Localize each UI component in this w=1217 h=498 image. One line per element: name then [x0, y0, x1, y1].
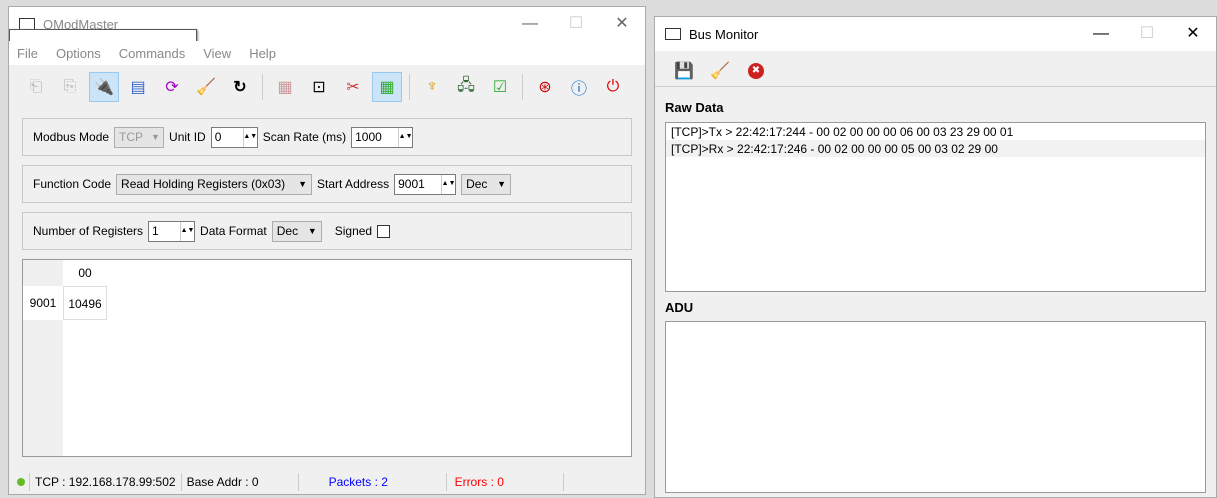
scan-rate-value: 1000 — [355, 130, 382, 144]
menu-options[interactable]: Options — [56, 46, 101, 61]
bus-monitor-window: Bus Monitor — ☐ ✕ 💾 🧹 ✖ Raw Data [TCP]>Tx … — [654, 16, 1217, 498]
bus-monitor-icon[interactable]: ⊡ — [304, 72, 334, 102]
errors-status: Errors : 0 — [447, 473, 564, 491]
tcp-icon[interactable]: 🖧 — [451, 72, 481, 102]
minimize-button[interactable]: — — [1078, 17, 1124, 51]
load-session-icon[interactable]: ⎗ — [21, 72, 51, 102]
registers-group: Number of Registers 1 ▲▼ Data Format Dec ▼… — [22, 212, 632, 250]
exit-icon[interactable]: ⏻ — [598, 72, 628, 102]
adu-label: ADU — [665, 300, 694, 315]
menu-bar: File Options Commands View Help — [9, 41, 645, 65]
packets-status: Packets : 2 — [299, 473, 447, 491]
log-icon[interactable]: ▦ — [270, 72, 300, 102]
scan-rate-input[interactable]: 1000 ▲▼ — [351, 126, 414, 148]
start-address-input[interactable]: 9001 ▲▼ — [394, 173, 457, 195]
about-icon[interactable]: ⓘ — [564, 72, 594, 102]
monitor-icon — [665, 28, 681, 40]
function-code-value: Read Holding Registers (0x03) — [121, 177, 286, 191]
save-session-icon[interactable]: ⎘ — [55, 72, 85, 102]
num-registers-value: 1 — [152, 224, 159, 238]
signed-label: Signed — [334, 224, 373, 238]
data-format-label: Data Format — [200, 224, 267, 238]
chevron-down-icon: ▼ — [151, 132, 160, 142]
qmodmaster-window: QModMaster — ☐ ✕ File Options Commands Vie… — [8, 6, 646, 495]
separator — [522, 74, 523, 100]
separator — [262, 74, 263, 100]
num-registers-input[interactable]: 1 ▲▼ — [148, 220, 196, 242]
modbus-mode-select[interactable]: TCP ▼ — [114, 126, 165, 148]
spin-buttons[interactable]: ▲▼ — [398, 127, 413, 147]
help-icon[interactable]: ⊛ — [530, 72, 560, 102]
connection-led-icon — [17, 478, 25, 486]
base-addr-status: Base Addr : 0 — [182, 473, 299, 491]
table-cell[interactable]: 10496 — [63, 286, 107, 320]
signed-checkbox[interactable] — [377, 224, 391, 238]
raw-data-label: Raw Data — [665, 100, 724, 115]
close-button[interactable]: ✕ — [1170, 17, 1216, 51]
menu-file[interactable]: File — [17, 46, 38, 61]
rtu-icon[interactable]: ♆ — [417, 72, 447, 102]
registers-table: 00 9001 10496 — [22, 259, 632, 457]
start-address-label: Start Address — [317, 177, 390, 191]
bus-monitor-toolbar: 💾 🧹 ✖ — [655, 55, 1216, 87]
menu-commands[interactable]: Commands — [119, 46, 185, 61]
address-format-select[interactable]: Dec ▼ — [461, 173, 512, 195]
connect-icon[interactable]: 🔌 — [89, 72, 119, 102]
adu-view[interactable] — [665, 321, 1206, 493]
reset-icon[interactable]: ↻ — [225, 72, 255, 102]
function-code-label: Function Code — [33, 177, 112, 191]
clear-icon[interactable]: 🧹 — [191, 72, 221, 102]
window-title: Bus Monitor — [689, 26, 759, 42]
connection-status: TCP : 192.168.178.99:502 — [29, 473, 182, 491]
maximize-button[interactable]: ☐ — [1124, 17, 1170, 51]
maximize-button[interactable]: ☐ — [553, 7, 599, 41]
list-item: [TCP]>Tx > 22:42:17:244 - 00 02 00 00 00… — [671, 125, 1014, 139]
function-code-select[interactable]: Read Holding Registers (0x03) ▼ — [116, 173, 313, 195]
modbus-mode-label: Modbus Mode — [33, 130, 110, 144]
settings-icon[interactable]: ☑ — [485, 72, 515, 102]
table-icon[interactable]: ▦ — [372, 72, 402, 102]
read-write-icon[interactable]: ▤ — [123, 72, 153, 102]
main-toolbar: ⎗ ⎘ 🔌 ▤ ⟳ 🧹 ↻ ▦ ⊡ ✂ ▦ ♆ 🖧 ☑ ⊛ ⓘ ⏻ — [9, 69, 645, 105]
num-registers-label: Number of Registers — [33, 224, 144, 238]
menu-view[interactable]: View — [203, 46, 231, 61]
scan-icon[interactable]: ⟳ — [157, 72, 187, 102]
function-group: Function Code Read Holding Registers (0x… — [22, 165, 632, 203]
data-format-select[interactable]: Dec ▼ — [271, 220, 322, 242]
chevron-down-icon: ▼ — [497, 179, 507, 189]
chevron-down-icon: ▼ — [298, 179, 308, 189]
row-header: 9001 — [23, 286, 63, 320]
clear-icon[interactable]: 🧹 — [705, 56, 735, 86]
title-bar: Bus Monitor — ☐ ✕ — [655, 17, 1216, 51]
tools-icon[interactable]: ✂ — [338, 72, 368, 102]
unit-id-input[interactable]: 0 ▲▼ — [210, 126, 258, 148]
start-address-value: 9001 — [398, 177, 425, 191]
status-bar: TCP : 192.168.178.99:502 Base Addr : 0 P… — [9, 470, 645, 494]
separator — [409, 74, 410, 100]
spin-buttons[interactable]: ▲▼ — [180, 221, 194, 241]
modbus-mode-value: TCP — [119, 130, 144, 144]
address-format-value: Dec — [466, 177, 488, 191]
unit-id-label: Unit ID — [169, 130, 206, 144]
column-header: 00 — [78, 266, 92, 280]
close-button[interactable]: ✕ — [599, 7, 645, 41]
unit-id-value: 0 — [214, 130, 222, 144]
mode-group: Modbus Mode TCP ▼ Unit ID 0 ▲▼ Scan Rate (… — [22, 118, 632, 156]
menu-help[interactable]: Help — [249, 46, 276, 61]
spin-buttons[interactable]: ▲▼ — [242, 127, 257, 147]
minimize-button[interactable]: — — [507, 7, 553, 41]
exit-icon[interactable]: ✖ — [741, 56, 771, 86]
data-format-value: Dec — [276, 224, 299, 238]
spin-buttons[interactable]: ▲▼ — [441, 174, 456, 194]
save-icon[interactable]: 💾 — [669, 56, 699, 86]
scan-rate-label: Scan Rate (ms) — [262, 130, 347, 144]
list-item: [TCP]>Rx > 22:42:17:246 - 00 02 00 00 00… — [666, 140, 1205, 157]
raw-data-list[interactable]: [TCP]>Tx > 22:42:17:244 - 00 02 00 00 00… — [665, 122, 1206, 292]
chevron-down-icon: ▼ — [307, 226, 317, 236]
